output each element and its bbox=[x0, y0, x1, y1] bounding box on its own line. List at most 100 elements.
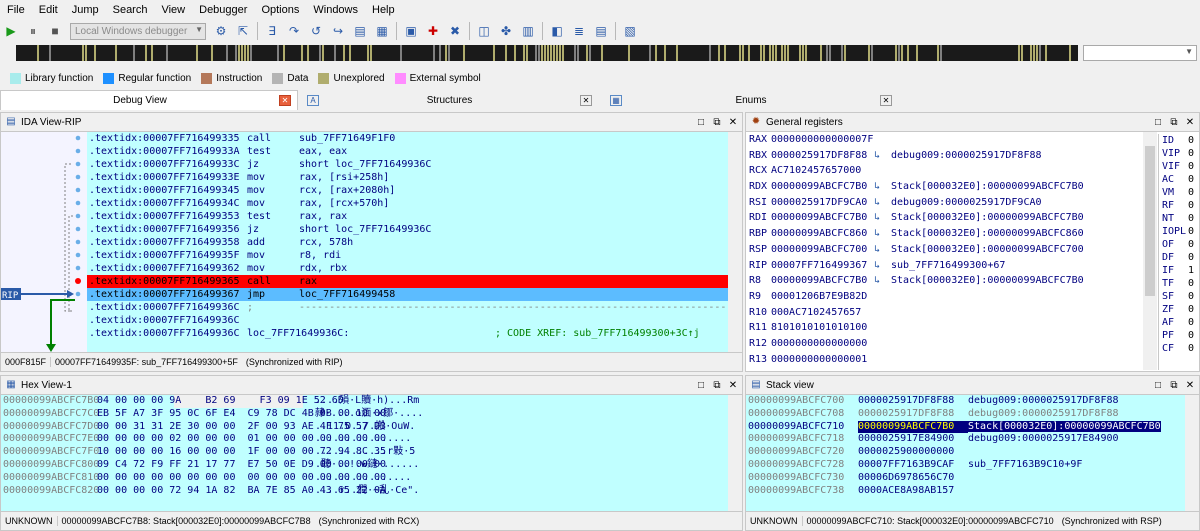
flag-row[interactable]: VM 0 bbox=[1159, 186, 1199, 199]
hex-row[interactable]: 00000099ABCFC82000 00 00 00 72 94 1A 82 … bbox=[1, 485, 730, 498]
register-target[interactable]: Stack[000032E0]:00000099ABCFC860 bbox=[891, 226, 1084, 242]
attach-icon[interactable]: ⚙ bbox=[212, 22, 230, 40]
register-target[interactable]: Stack[000032E0]:00000099ABCFC7B0 bbox=[891, 273, 1084, 289]
stack-row[interactable]: 00000099ABCFC710 00000099ABCFC7B0 Stack[00… bbox=[746, 420, 1187, 434]
register-row[interactable]: RSI 0000025917DF9CA0 ↳ debug009:0000025917D… bbox=[746, 195, 1142, 211]
close-icon[interactable]: ✕ bbox=[1183, 117, 1197, 128]
step-into-icon[interactable]: ∃ bbox=[263, 22, 281, 40]
close-icon[interactable]: ✕ bbox=[726, 380, 740, 391]
close-icon[interactable]: ✕ bbox=[880, 94, 892, 106]
float-icon[interactable]: ⧉ bbox=[1167, 380, 1181, 391]
code-line[interactable]: .textidx:00007FF716499358 add rcx, 578h bbox=[87, 236, 730, 249]
vertical-scrollbar[interactable] bbox=[1185, 395, 1199, 513]
close-icon[interactable]: ✕ bbox=[1183, 380, 1197, 391]
code-line[interactable]: .textidx:00007FF716499335 call sub_7FF7164… bbox=[87, 132, 730, 145]
flag-row[interactable]: VIF 0 bbox=[1159, 160, 1199, 173]
register-row[interactable]: RDX 00000099ABCFC7B0 ↳ Stack[000032E0]:0000… bbox=[746, 179, 1142, 195]
code-line[interactable]: .textidx:00007FF716499356 jz short loc_7FF… bbox=[87, 223, 730, 236]
tab-enums[interactable]: ▦ Enums ✕ bbox=[606, 90, 898, 110]
graph-icon[interactable]: ▧ bbox=[621, 22, 639, 40]
scroll-thumb[interactable] bbox=[1145, 146, 1155, 296]
flag-row[interactable]: VIP 0 bbox=[1159, 147, 1199, 160]
stack-row[interactable]: 00000099ABCFC718 0000025917E84900 debug009… bbox=[746, 433, 1187, 446]
hex-row[interactable]: 00000099ABCFC7E000 00 00 00 02 00 00 00 … bbox=[1, 433, 730, 446]
flag-row[interactable]: CF 0 bbox=[1159, 342, 1199, 355]
register-target[interactable]: debug009:0000025917DF9CA0 bbox=[891, 195, 1042, 211]
stack-target[interactable]: debug009:0000025917E84900 bbox=[968, 433, 1119, 444]
flag-row[interactable]: DF 0 bbox=[1159, 251, 1199, 264]
stack-row[interactable]: 00000099ABCFC708 0000025917DF8F88 debug009… bbox=[746, 408, 1187, 421]
register-row[interactable]: R13 0000000000000001 bbox=[746, 352, 1142, 368]
menu-jump[interactable]: Jump bbox=[65, 4, 106, 16]
watch-icon[interactable]: ◫ bbox=[475, 22, 493, 40]
menu-windows[interactable]: Windows bbox=[306, 4, 365, 16]
stack-row[interactable]: 00000099ABCFC728 00007FF7163B9CAF sub_7FF7… bbox=[746, 459, 1187, 472]
hex-row[interactable]: 00000099ABCFC7F010 00 00 00 16 00 00 00 … bbox=[1, 446, 730, 459]
register-target[interactable]: Stack[000032E0]:00000099ABCFC7B0 bbox=[891, 210, 1084, 226]
register-row[interactable]: R12 0000000000000000 bbox=[746, 336, 1142, 352]
minimize-icon[interactable]: □ bbox=[1151, 380, 1165, 391]
stack-row[interactable]: 00000099ABCFC700 0000025917DF8F88 debug009… bbox=[746, 395, 1187, 408]
code-line[interactable]: .textidx:00007FF71649933A test eax, eax bbox=[87, 145, 730, 158]
menu-view[interactable]: View bbox=[154, 4, 192, 16]
code-line[interactable]: .textidx:00007FF71649936C bbox=[87, 314, 730, 327]
tab-structures[interactable]: A Structures ✕ bbox=[303, 90, 598, 110]
vertical-scrollbar[interactable] bbox=[728, 395, 742, 513]
register-list[interactable]: RAX 0000000000000007F RBX 0000025917DF8F88 ↳… bbox=[746, 132, 1142, 370]
float-icon[interactable]: ⧉ bbox=[710, 117, 724, 128]
register-row[interactable]: RCX AC7102457657000 bbox=[746, 163, 1142, 179]
thread-list-icon[interactable]: ▦ bbox=[373, 22, 391, 40]
flag-row[interactable]: IF 1 bbox=[1159, 264, 1199, 277]
code-line[interactable]: .textidx:00007FF71649933C jz short loc_7FF… bbox=[87, 158, 730, 171]
register-target[interactable]: debug009:0000025917DF8F88 bbox=[891, 148, 1042, 164]
register-row[interactable]: RDI 00000099ABCFC7B0 ↳ Stack[000032E0]:0000… bbox=[746, 210, 1142, 226]
play-icon[interactable]: ▶ bbox=[2, 22, 20, 40]
flag-row[interactable]: ID 0 bbox=[1159, 134, 1199, 147]
hex-row[interactable]: 00000099ABCFC7C0EB 5F A7 3F 95 0C 6F E4 … bbox=[1, 408, 730, 421]
stack-target[interactable]: debug009:0000025917DF8F88 bbox=[968, 395, 1119, 406]
flag-row[interactable]: AC 0 bbox=[1159, 173, 1199, 186]
register-row[interactable]: RSP 00000099ABCFC700 ↳ Stack[000032E0]:0000… bbox=[746, 242, 1142, 258]
remove-breakpoint-icon[interactable]: ✖ bbox=[446, 22, 464, 40]
tracing-icon[interactable]: ✤ bbox=[497, 22, 515, 40]
step-out-icon[interactable]: ↺ bbox=[307, 22, 325, 40]
menu-options[interactable]: Options bbox=[254, 4, 306, 16]
stack-row[interactable]: 00000099ABCFC720 0000025900000000 bbox=[746, 446, 1187, 459]
menu-debugger[interactable]: Debugger bbox=[192, 4, 254, 16]
hex-row[interactable]: 00000099ABCFC81000 00 00 00 00 00 00 00 … bbox=[1, 472, 730, 485]
register-row[interactable]: RBX 0000025917DF8F88 ↳ debug009:0000025917D… bbox=[746, 148, 1142, 164]
segments-icon[interactable]: ◧ bbox=[548, 22, 566, 40]
minimize-icon[interactable]: □ bbox=[1151, 117, 1165, 128]
code-line[interactable]: .textidx:00007FF716499365 call rax bbox=[87, 275, 730, 288]
stack-target[interactable]: sub_7FF7163B9C10+9F bbox=[968, 459, 1082, 470]
stack-listing[interactable]: 00000099ABCFC700 0000025917DF8F88 debug009… bbox=[746, 395, 1187, 513]
hex-dump[interactable]: 00000099ABCFC7B004 00 00 00 9A B2 69 F3 … bbox=[1, 395, 730, 513]
menu-edit[interactable]: Edit bbox=[32, 4, 65, 16]
add-breakpoint-icon[interactable]: ✚ bbox=[424, 22, 442, 40]
code-line[interactable]: .textidx:00007FF716499345 mov rcx, [rax+20… bbox=[87, 184, 730, 197]
menu-file[interactable]: File bbox=[0, 4, 32, 16]
close-icon[interactable]: ✕ bbox=[726, 117, 740, 128]
flag-row[interactable]: ZF 0 bbox=[1159, 303, 1199, 316]
flag-row[interactable]: AF 0 bbox=[1159, 316, 1199, 329]
menu-help[interactable]: Help bbox=[365, 4, 402, 16]
tab-debug-view[interactable]: Debug View ✕ bbox=[0, 90, 298, 110]
code-line[interactable]: .textidx:00007FF716499353 test rax, rax bbox=[87, 210, 730, 223]
navigation-dropdown[interactable]: ▼ bbox=[1083, 45, 1197, 61]
flag-row[interactable]: OF 0 bbox=[1159, 238, 1199, 251]
navigation-strip[interactable] bbox=[16, 45, 1078, 61]
register-row[interactable]: RAX 0000000000000007F bbox=[746, 132, 1142, 148]
register-row[interactable]: RIP 00007FF716499367 ↳ sub_7FF716499300+67 bbox=[746, 258, 1142, 274]
flag-row[interactable]: RF 0 bbox=[1159, 199, 1199, 212]
close-icon[interactable]: ✕ bbox=[279, 95, 291, 106]
stack-row[interactable]: 00000099ABCFC730 00006D6978656C70 bbox=[746, 472, 1187, 485]
minimize-icon[interactable]: □ bbox=[694, 380, 708, 391]
code-line[interactable]: .textidx:00007FF71649935F mov r8, rdi bbox=[87, 249, 730, 262]
vertical-scrollbar[interactable] bbox=[728, 132, 742, 354]
hex-row[interactable]: 00000099ABCFC80009 C4 72 F9 FF 21 17 77 … bbox=[1, 459, 730, 472]
register-row[interactable]: R11 8101010101010100 bbox=[746, 320, 1142, 336]
flag-row[interactable]: SF 0 bbox=[1159, 290, 1199, 303]
register-row[interactable]: R10 000AC7102457657 bbox=[746, 305, 1142, 321]
flag-row[interactable]: PF 0 bbox=[1159, 329, 1199, 342]
code-line[interactable]: .textidx:00007FF716499362 mov rdx, rbx bbox=[87, 262, 730, 275]
